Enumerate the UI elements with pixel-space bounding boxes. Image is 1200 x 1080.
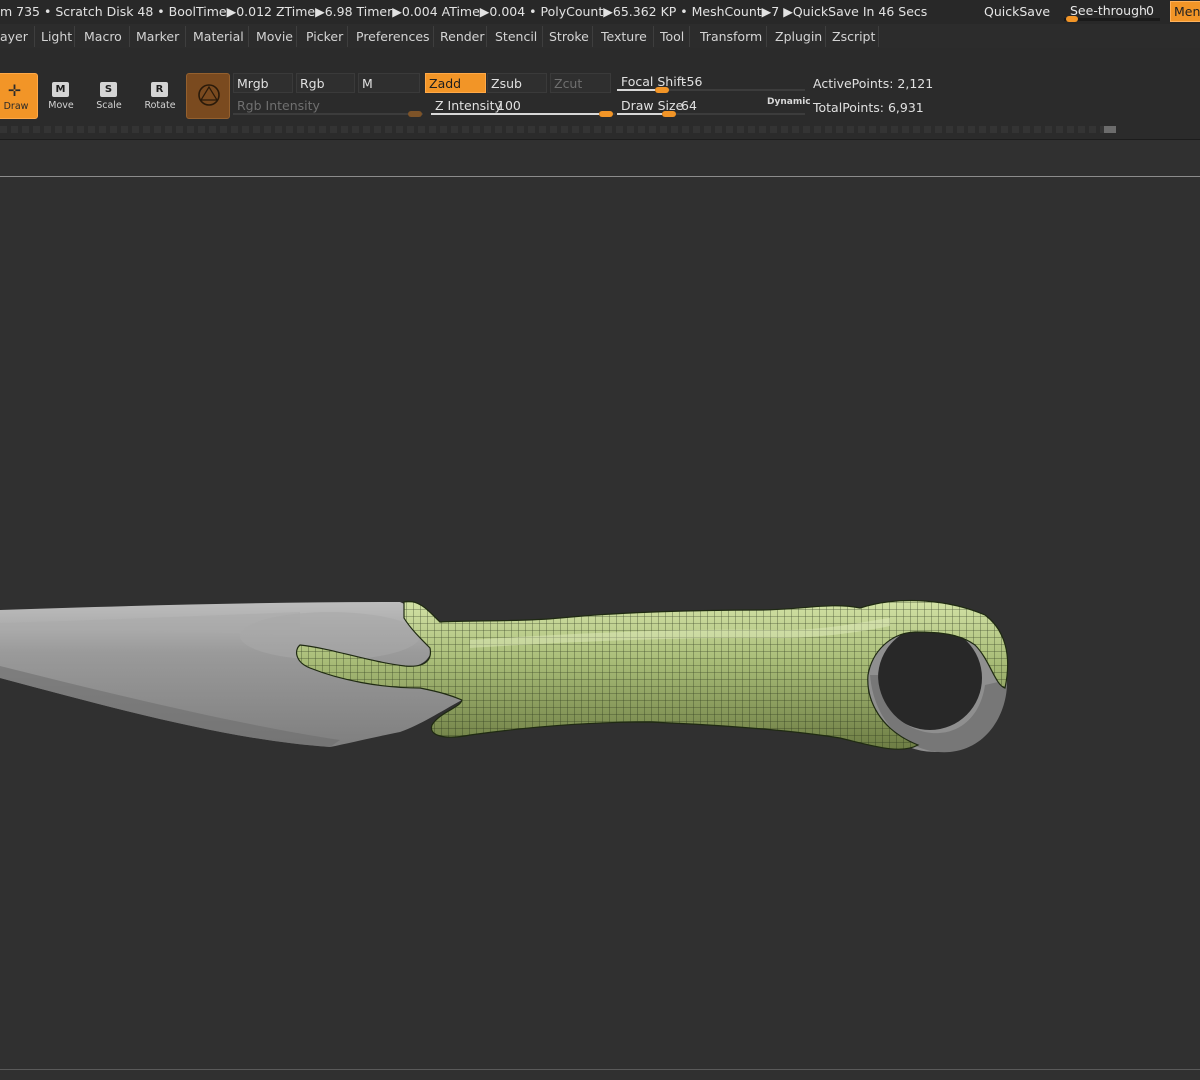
menu-item-tool[interactable]: Tool [660, 26, 690, 47]
menu-item-render[interactable]: Render [440, 26, 487, 47]
total-points-readout: TotalPoints: 6,931 [813, 100, 924, 115]
menu-bar: ayer Light Macro Marker Material Movie P… [0, 24, 1200, 48]
focal-shift-slider[interactable]: Focal Shift -56 [617, 70, 805, 93]
menu-item-picker[interactable]: Picker [306, 26, 348, 47]
m-button[interactable]: M [358, 73, 420, 93]
zcut-button[interactable]: Zcut [550, 73, 611, 93]
focal-shift-value: -56 [682, 74, 703, 89]
draw-label: Draw [3, 101, 29, 112]
see-through-track[interactable] [1064, 18, 1160, 21]
zsub-button[interactable]: Zsub [487, 73, 547, 93]
menus-button[interactable]: Menus [1170, 1, 1200, 22]
material-sphere-icon [198, 84, 220, 106]
total-points-value: 6,931 [887, 100, 924, 115]
menu-item-movie[interactable]: Movie [256, 26, 297, 47]
menu-item-stroke[interactable]: Stroke [549, 26, 593, 47]
active-points-label: ActivePoints: [813, 76, 894, 91]
total-points-label: TotalPoints: [813, 100, 884, 115]
see-through-knob[interactable] [1066, 16, 1078, 22]
document-canvas[interactable] [0, 140, 1200, 1080]
shelf-scroll-thumb[interactable] [1104, 126, 1116, 133]
focal-shift-knob[interactable] [655, 87, 669, 93]
rotate-icon: R [151, 82, 168, 97]
menu-item-marker[interactable]: Marker [136, 26, 186, 47]
menu-item-layer[interactable]: ayer [0, 26, 35, 47]
zadd-button[interactable]: Zadd [425, 73, 486, 93]
scale-button[interactable]: S Scale [89, 73, 129, 119]
material-button[interactable] [186, 73, 230, 119]
z-intensity-knob[interactable] [599, 111, 613, 117]
dynamic-toggle[interactable]: Dynamic [767, 97, 811, 107]
rgb-intensity-slider[interactable]: Rgb Intensity [233, 94, 423, 117]
menu-item-zscript[interactable]: Zscript [832, 26, 879, 47]
menu-item-stencil[interactable]: Stencil [495, 26, 543, 47]
menu-item-macro[interactable]: Macro [84, 26, 130, 47]
status-bar: m 735 • Scratch Disk 48 • BoolTime▶0.012… [0, 0, 1200, 24]
scale-label: Scale [96, 100, 122, 111]
tool-shelf: ✛ Draw M Move S Scale R Rotate Mrgb Rgb … [0, 48, 1200, 140]
draw-icon: ✛ [7, 81, 22, 100]
focal-shift-fill [617, 89, 655, 91]
move-label: Move [48, 100, 74, 111]
see-through-slider[interactable]: See-through 0 [1064, 1, 1164, 22]
menu-item-light[interactable]: Light [41, 26, 75, 47]
rgb-intensity-label: Rgb Intensity [237, 98, 320, 113]
menu-item-texture[interactable]: Texture [601, 26, 654, 47]
draw-size-knob[interactable] [662, 111, 676, 117]
draw-size-value: 64 [681, 98, 697, 113]
active-points-readout: ActivePoints: 2,121 [813, 76, 933, 91]
active-points-value: 2,121 [897, 76, 934, 91]
menu-item-preferences[interactable]: Preferences [356, 26, 434, 47]
see-through-label: See-through [1070, 3, 1147, 18]
scale-icon: S [100, 82, 117, 97]
status-info-text: m 735 • Scratch Disk 48 • BoolTime▶0.012… [0, 4, 928, 19]
menu-item-zplugin[interactable]: Zplugin [775, 26, 826, 47]
shelf-scroll-track[interactable] [0, 126, 1116, 133]
quicksave-button[interactable]: QuickSave [984, 4, 1050, 19]
z-intensity-label: Z Intensity [435, 98, 502, 113]
focal-shift-label: Focal Shift [621, 74, 686, 89]
rgb-intensity-track[interactable] [233, 113, 423, 115]
z-intensity-value: 100 [497, 98, 521, 113]
knife-mesh-model[interactable] [0, 140, 1200, 1080]
draw-size-fill [617, 113, 662, 115]
rgb-button[interactable]: Rgb [296, 73, 355, 93]
rgb-intensity-knob[interactable] [408, 111, 422, 117]
rotate-button[interactable]: R Rotate [140, 73, 180, 119]
draw-button[interactable]: ✛ Draw [0, 73, 38, 119]
z-intensity-slider[interactable]: Z Intensity 100 [431, 94, 615, 117]
see-through-value: 0 [1146, 3, 1154, 18]
menu-item-transform[interactable]: Transform [700, 26, 767, 47]
move-button[interactable]: M Move [41, 73, 81, 119]
mrgb-button[interactable]: Mrgb [233, 73, 293, 93]
rotate-label: Rotate [144, 100, 176, 111]
menu-item-material[interactable]: Material [193, 26, 249, 47]
move-icon: M [52, 82, 69, 97]
z-intensity-fill [431, 113, 599, 115]
